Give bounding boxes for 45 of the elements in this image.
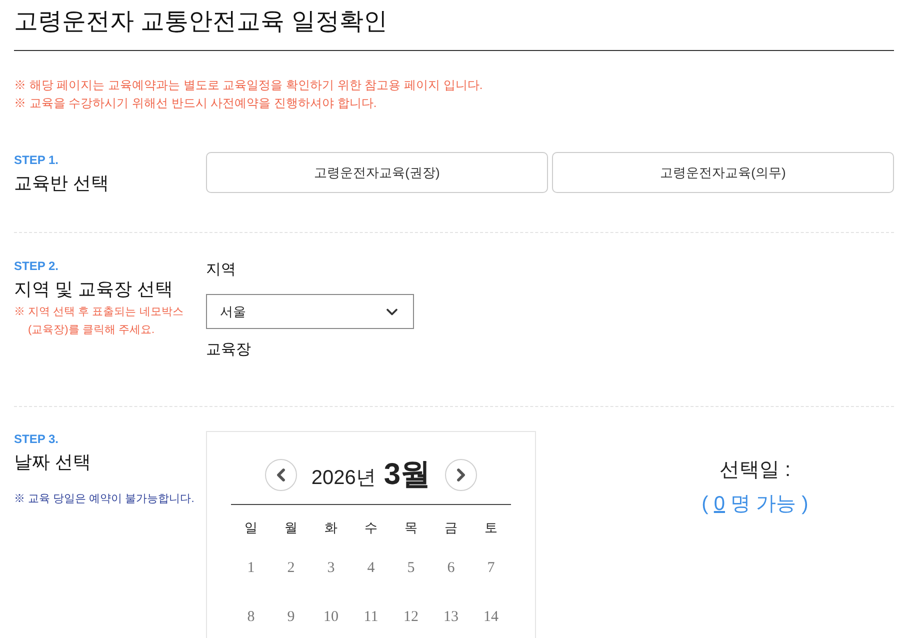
weekday-label: 토 — [484, 519, 498, 537]
calendar-day[interactable]: 7 — [487, 557, 495, 580]
selected-date-label: 선택일 : — [718, 458, 792, 483]
step-label: STEP 2. — [14, 258, 60, 274]
step-title: 날짜 선택 — [14, 451, 92, 474]
field-label: 교육장 — [206, 340, 251, 360]
next-month-button[interactable] — [444, 459, 477, 491]
weekday-label: 일 — [244, 519, 258, 537]
course-button[interactable]: 고령운전자교육(권장) — [206, 152, 548, 193]
step-note: ※ 지역 선택 후 표출되는 네모박스 (교육장)를 클릭해 주세요. — [14, 305, 184, 338]
step-title: 지역 및 교육장 선택 — [14, 278, 174, 301]
availability-text: ( 0 명 가능 ) — [700, 492, 810, 517]
previous-month-button[interactable] — [265, 459, 298, 491]
weekday-label: 수 — [364, 519, 378, 537]
step-label: STEP 1. — [14, 152, 60, 168]
weekday-label: 화 — [324, 519, 338, 537]
calendar-day[interactable]: 11 — [364, 606, 378, 629]
calendar-day[interactable]: 13 — [444, 606, 458, 629]
calendar-day[interactable]: 8 — [247, 606, 255, 629]
calendar-day[interactable]: 10 — [324, 606, 338, 629]
page-title: 고령운전자 교통안전교육 일정확인 — [14, 7, 388, 37]
course-button[interactable]: 고령운전자교육(의무) — [552, 152, 894, 193]
select-value: 서울 — [220, 302, 246, 321]
weekday-label: 금 — [444, 519, 458, 537]
calendar-day[interactable]: 14 — [484, 606, 498, 629]
field-label: 지역 — [206, 260, 236, 280]
step-title: 교육반 선택 — [14, 172, 110, 195]
calendar-day[interactable]: 1 — [247, 557, 255, 580]
notice-text: ※ 해당 페이지는 교육예약과는 별도로 교육일정을 확인하기 위한 참고용 페이지 입니다. — [14, 77, 484, 94]
count-link[interactable]: 0 — [714, 493, 725, 515]
weekday-label: 목 — [404, 519, 418, 537]
calendar-day[interactable]: 5 — [407, 557, 415, 580]
calendar-day[interactable]: 9 — [287, 606, 295, 629]
weekday-label: 월 — [284, 519, 298, 537]
region-select[interactable]: 서울 — [206, 294, 414, 329]
calendar-month: 3월 — [384, 457, 431, 493]
step-label: STEP 3. — [14, 431, 60, 447]
calendar-day[interactable]: 6 — [447, 557, 455, 580]
calendar-year: 2026년 — [311, 466, 376, 491]
calendar-day[interactable]: 4 — [367, 557, 375, 580]
step-note: ※ 교육 당일은 예약이 불가능합니다. — [14, 492, 196, 507]
calendar-day[interactable]: 2 — [287, 557, 295, 580]
calendar-day[interactable]: 3 — [327, 557, 335, 580]
calendar-day[interactable]: 12 — [404, 606, 418, 629]
notice-text: ※ 교육을 수강하시기 위해선 반드시 사전예약을 진행하셔야 합니다. — [14, 95, 378, 112]
